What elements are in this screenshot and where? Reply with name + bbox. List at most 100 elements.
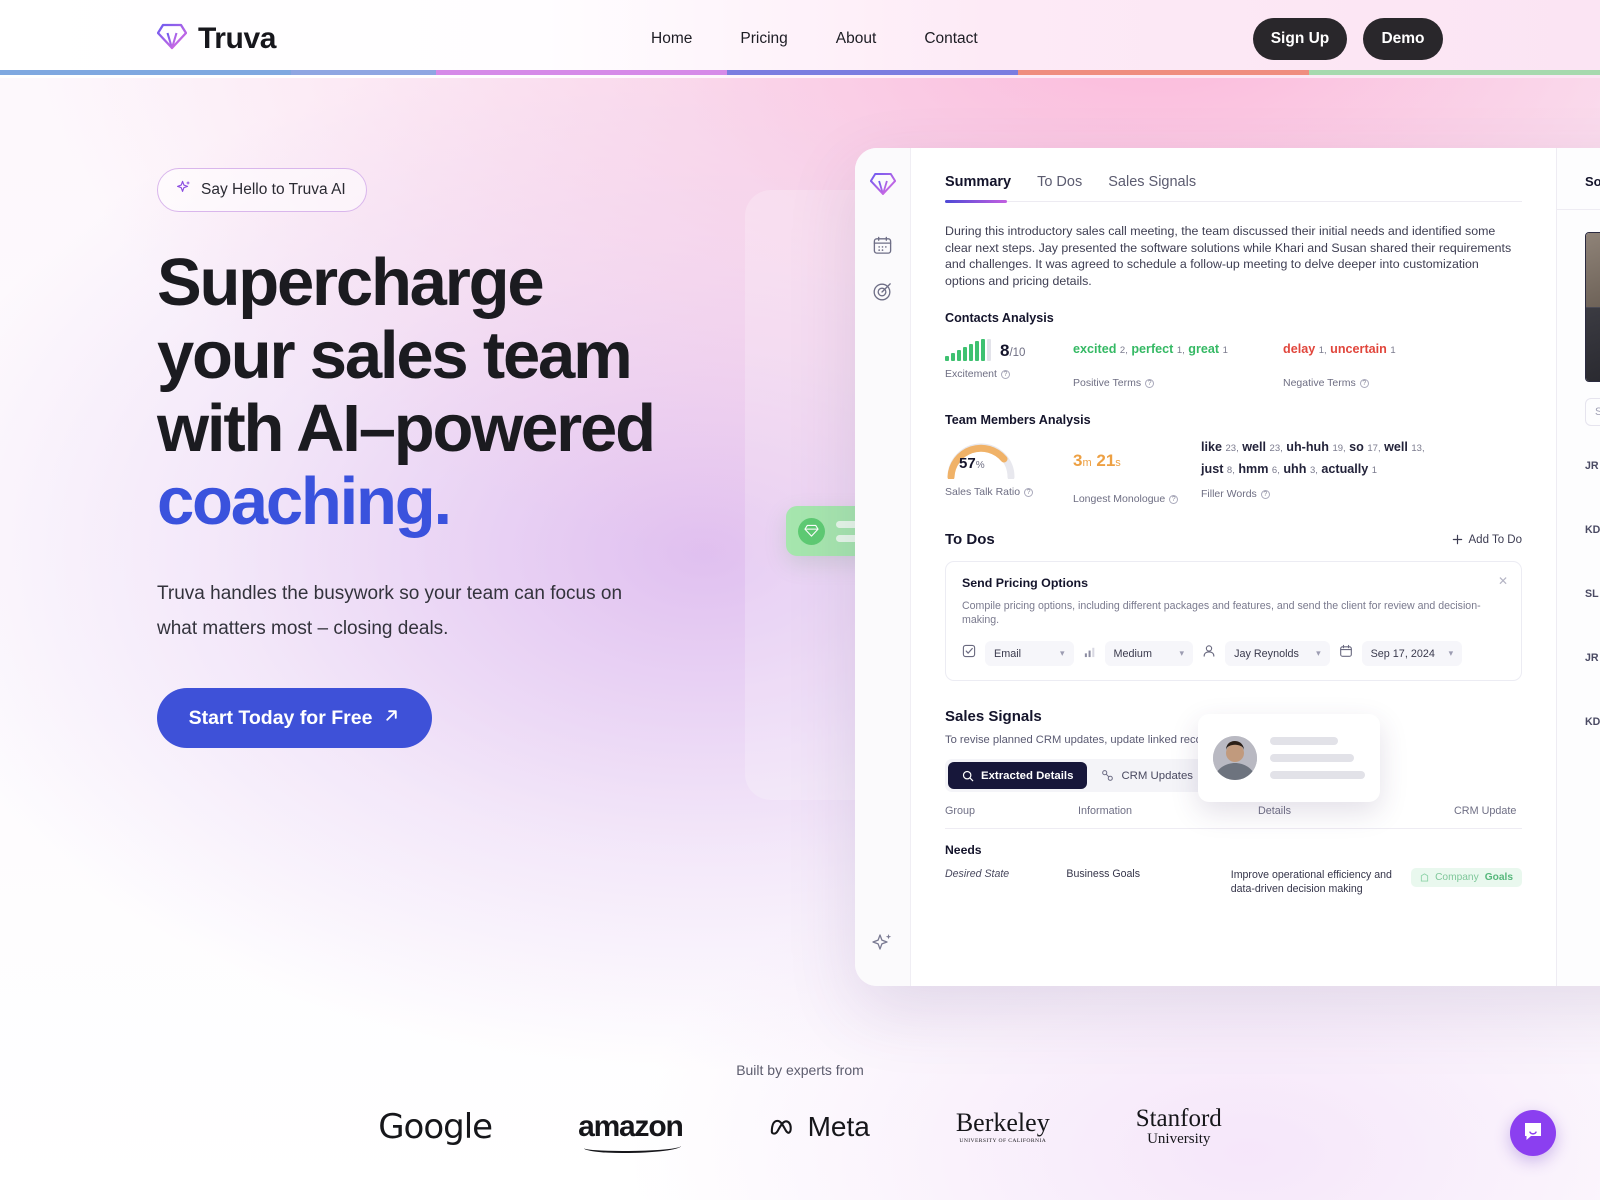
monologue-caption: Longest Monologue? <box>1073 493 1201 505</box>
speaker-initials: JR <box>1585 652 1599 664</box>
hero-title-line-1: Supercharge <box>157 245 545 320</box>
excitement-bar-chart <box>945 339 991 361</box>
info-icon[interactable]: ? <box>1359 378 1369 388</box>
talk-ratio-metric: 57% Sales Talk Ratio? <box>945 437 1073 505</box>
source-panel: Source Se JR KD SL JR KD <box>1556 148 1600 986</box>
info-icon[interactable]: ? <box>1145 378 1155 388</box>
positive-terms-metric: excited 2, perfect 1, great 1 Positive T… <box>1073 339 1283 389</box>
search-icon <box>962 770 974 781</box>
signals-group-label: Needs <box>945 843 982 857</box>
status-badge: Company Goals <box>1411 868 1522 887</box>
calendar-icon[interactable] <box>872 235 893 261</box>
row-information: Business Goals <box>1066 868 1141 880</box>
nav-actions: Sign Up Demo <box>1253 18 1443 60</box>
top-navigation-bar: Truva Home Pricing About Contact Sign Up… <box>0 0 1600 78</box>
talk-ratio-caption: Sales Talk Ratio? <box>945 486 1073 498</box>
tab-to-dos[interactable]: To Dos <box>1037 174 1082 201</box>
todo-priority-select[interactable]: Medium ▾ <box>1104 641 1194 666</box>
placeholder-lines <box>1270 737 1365 779</box>
speaker-initials: KD <box>1585 524 1600 536</box>
source-divider <box>1557 209 1600 210</box>
checkbox-icon[interactable] <box>962 644 976 663</box>
chevron-down-icon: ▾ <box>1448 648 1454 658</box>
segment-crm-updates[interactable]: CRM Updates <box>1087 762 1207 789</box>
team-analysis-metrics: 57% Sales Talk Ratio? 3m 21s Longest Mon… <box>945 437 1522 505</box>
nav-link-about[interactable]: About <box>836 30 877 48</box>
add-to-do-button[interactable]: Add To Do <box>1452 534 1522 546</box>
brand-logo[interactable]: Truva <box>156 22 276 56</box>
floating-contact-card <box>1198 714 1380 802</box>
target-icon[interactable] <box>872 281 893 307</box>
logo-berkeley: Berkeley UNIVERSITY OF CALIFORNIA <box>955 1107 1050 1144</box>
calendar-icon <box>1339 644 1353 663</box>
todo-date-select[interactable]: Sep 17, 2024 ▾ <box>1361 641 1463 666</box>
plus-icon <box>1452 534 1462 545</box>
info-icon[interactable]: ? <box>1000 369 1010 379</box>
hero-section: Say Hello to Truva AI Supercharge your s… <box>157 168 777 748</box>
negative-terms-metric: delay 1, uncertain 1 Negative Terms? <box>1283 339 1522 389</box>
column-details: Details <box>1258 805 1292 817</box>
partners-caption: Built by experts from <box>736 1062 864 1078</box>
segment-extracted-details[interactable]: Extracted Details <box>948 762 1088 789</box>
sign-up-button[interactable]: Sign Up <box>1253 18 1347 60</box>
diamond-logo-icon <box>156 23 188 55</box>
partners-section: Built by experts from Google amazon Meta… <box>0 1062 1600 1153</box>
source-heading: Source <box>1585 174 1600 189</box>
todo-card: ✕ Send Pricing Options Compile pricing o… <box>945 561 1522 681</box>
filler-words-list: like 23, well 23, uh-huh 19, so 17, well… <box>1201 440 1425 476</box>
info-icon[interactable]: ? <box>1169 494 1179 504</box>
list-item: KD <box>1585 524 1600 536</box>
column-information: Information <box>1078 805 1133 817</box>
negative-terms-caption: Negative Terms? <box>1283 377 1522 389</box>
demo-button[interactable]: Demo <box>1363 18 1443 60</box>
start-today-button[interactable]: Start Today for Free <box>157 688 432 748</box>
nav-links: Home Pricing About Contact <box>651 30 978 48</box>
todos-header: To Dos Add To Do <box>945 531 1522 548</box>
monologue-metric: 3m 21s Longest Monologue? <box>1073 437 1201 505</box>
close-icon[interactable]: ✕ <box>1498 574 1508 588</box>
todo-assignee-select[interactable]: Jay Reynolds ▾ <box>1225 641 1330 666</box>
positive-terms-caption: Positive Terms? <box>1073 377 1283 389</box>
excitement-metric: 8/10 Excitement? <box>945 339 1073 389</box>
nav-link-contact[interactable]: Contact <box>924 30 977 48</box>
dashboard-main-column: Summary To Dos Sales Signals During this… <box>911 148 1556 986</box>
diamond-logo-icon[interactable] <box>869 172 896 201</box>
nav-link-home[interactable]: Home <box>651 30 692 48</box>
row-crm-update: Company Goals <box>1411 868 1522 896</box>
todo-controls: Email ▾ Medium ▾ Jay Reynolds ▾ Sep 17, … <box>962 641 1505 666</box>
tab-summary[interactable]: Summary <box>945 174 1011 201</box>
logo-meta: Meta <box>769 1111 870 1143</box>
page-title: Supercharge your sales team with AI–powe… <box>157 246 777 538</box>
call-recording-thumbnail[interactable] <box>1585 232 1600 382</box>
chevron-down-icon: ▾ <box>1316 648 1321 658</box>
hero-badge[interactable]: Say Hello to Truva AI <box>157 168 367 212</box>
team-analysis-heading: Team Members Analysis <box>945 413 1091 427</box>
info-icon[interactable]: ? <box>1260 489 1270 499</box>
chevron-down-icon: ▾ <box>1060 648 1065 658</box>
list-item: SL <box>1585 588 1600 600</box>
list-item: JR <box>1585 460 1600 472</box>
tab-sales-signals[interactable]: Sales Signals <box>1108 174 1196 201</box>
nav-gradient-underline <box>0 70 1600 75</box>
dashboard-sidebar-rail <box>855 148 911 986</box>
nav-link-pricing[interactable]: Pricing <box>740 30 787 48</box>
speaker-initials: KD <box>1585 716 1600 728</box>
speaker-initials: JR <box>1585 460 1599 472</box>
sparkle-ai-icon[interactable] <box>871 931 895 960</box>
list-item: JR <box>1585 652 1600 664</box>
transcript-search-input[interactable]: Se <box>1585 398 1600 426</box>
hero-badge-label: Say Hello to Truva AI <box>201 181 346 198</box>
info-icon[interactable]: ? <box>1024 487 1034 497</box>
sparkle-icon <box>175 179 192 201</box>
contacts-analysis-heading: Contacts Analysis <box>945 311 1054 325</box>
talk-ratio-gauge: 57% <box>945 437 1017 479</box>
todo-channel-select[interactable]: Email ▾ <box>985 641 1074 666</box>
speaker-initials: SL <box>1585 588 1599 600</box>
cta-label: Start Today for Free <box>188 706 373 729</box>
chevron-down-icon: ▾ <box>1179 648 1185 658</box>
hero-subtitle: Truva handles the busywork so your team … <box>157 583 623 639</box>
monologue-value: 3m 21s <box>1073 451 1121 470</box>
column-crm-update: CRM Update <box>1454 805 1517 817</box>
chat-widget-button[interactable] <box>1510 1110 1556 1156</box>
hero-title-line-3: with AI–powered <box>157 391 656 466</box>
